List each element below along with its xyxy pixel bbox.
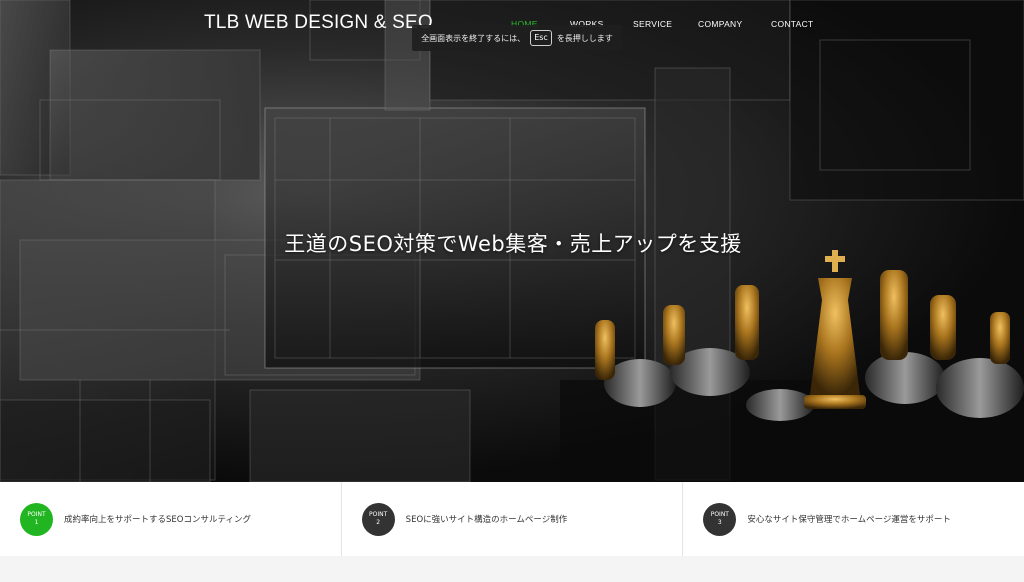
point-item-2[interactable]: POINT 2 SEOに強いサイト構造のホームページ制作 [342, 482, 684, 556]
point-item-1[interactable]: POINT 1 成約率向上をサポートするSEOコンサルティング [0, 482, 342, 556]
point-badge-3: POINT 3 [703, 502, 737, 536]
nav-service[interactable]: SERVICE [633, 19, 672, 29]
fullscreen-exit-notice: 全画面表示を終了するには、 Esc を長押しします [412, 25, 622, 51]
nav-contact[interactable]: CONTACT [771, 19, 814, 29]
hero-section: TLB WEB DESIGN & SEO HOME WORKS SERVICE … [0, 0, 1024, 482]
points-bar: POINT 1 成約率向上をサポートするSEOコンサルティング POINT 2 … [0, 482, 1024, 556]
point-text-3: 安心なサイト保守管理でホームページ運営をサポート [747, 515, 951, 525]
hero-headline: 王道のSEO対策でWeb集客・売上アップを支援 [284, 232, 742, 256]
point-text-1: 成約率向上をサポートするSEOコンサルティング [64, 515, 251, 525]
point-badge-1: POINT 1 [20, 502, 53, 536]
page-bottom-strip [0, 556, 1024, 582]
point-text-2: SEOに強いサイト構造のホームページ制作 [405, 515, 568, 525]
point-item-3[interactable]: POINT 3 安心なサイト保守管理でホームページ運営をサポート [683, 482, 1024, 556]
esc-key-icon: Esc [530, 30, 552, 46]
notice-text-after: を長押しします [556, 33, 613, 43]
notice-text-before: 全画面表示を終了するには、 [421, 33, 526, 43]
point-badge-2: POINT 2 [361, 502, 395, 536]
nav-company[interactable]: COMPANY [698, 19, 742, 29]
